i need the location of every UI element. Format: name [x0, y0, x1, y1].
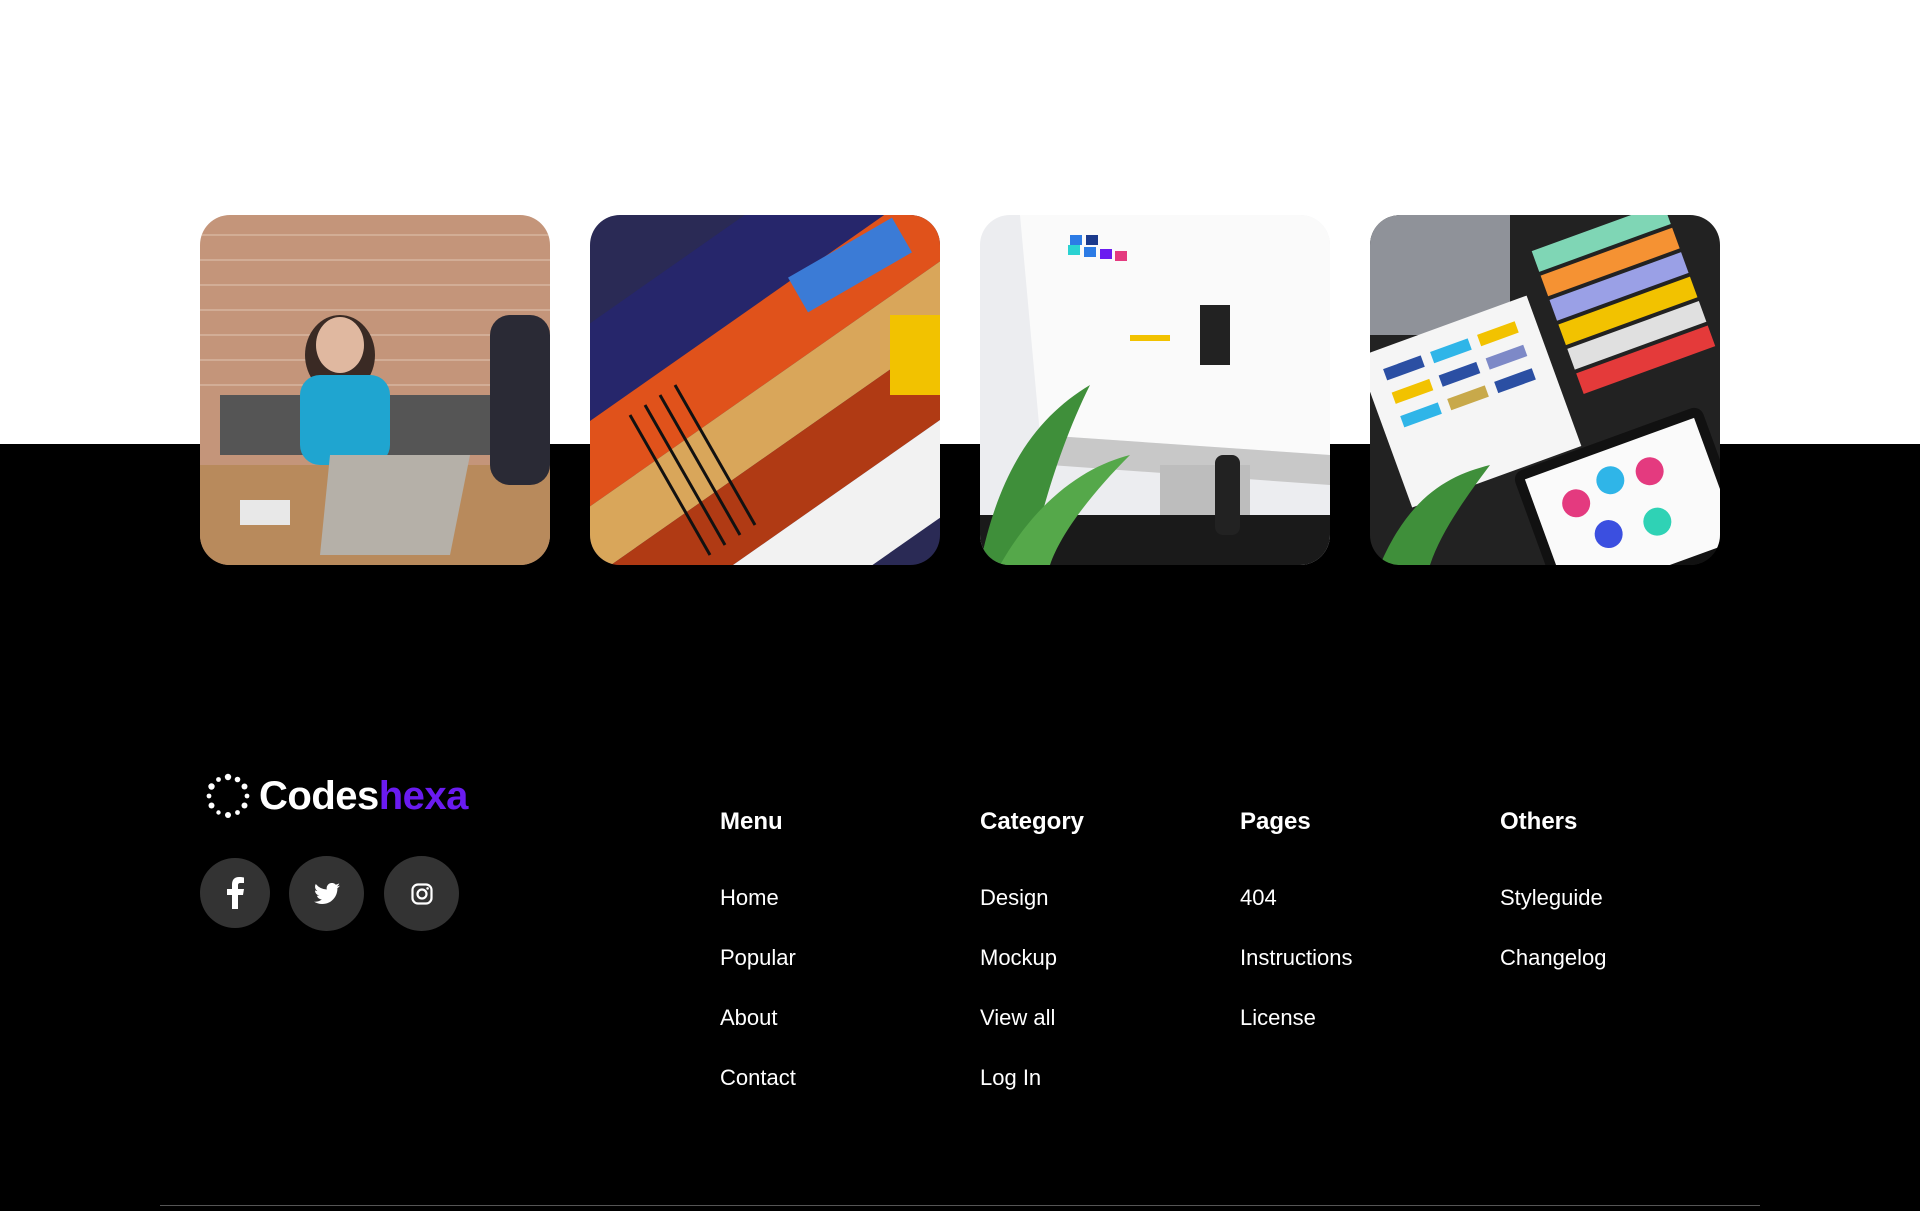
- footer-link-changelog[interactable]: Changelog: [1500, 945, 1606, 970]
- twitter-button[interactable]: [289, 856, 364, 931]
- footer-column-others: Others Styleguide Changelog: [1500, 806, 1740, 969]
- brand-name-part2: hexa: [378, 773, 469, 818]
- footer-link-license[interactable]: License: [1240, 1005, 1316, 1030]
- footer-divider: [160, 1205, 1760, 1206]
- brand-name: Codeshexa: [259, 774, 468, 819]
- brand-logo[interactable]: Codeshexa: [205, 768, 468, 824]
- footer-link-popular[interactable]: Popular: [720, 945, 796, 970]
- footer-link-instructions[interactable]: Instructions: [1240, 945, 1353, 970]
- footer-column-title: Others: [1500, 808, 1578, 835]
- footer-link-home[interactable]: Home: [720, 885, 779, 910]
- gallery-image-ui-kit[interactable]: [980, 215, 1330, 565]
- facebook-icon: [227, 877, 244, 909]
- footer-link-about[interactable]: About: [720, 1005, 778, 1030]
- footer-column-title: Category: [980, 808, 1085, 835]
- footer-column-menu: Menu Home Popular About Contact: [720, 806, 960, 1089]
- gallery-image-abstract[interactable]: [590, 215, 940, 565]
- footer-column-title: Menu: [720, 808, 783, 835]
- facebook-button[interactable]: [200, 858, 270, 928]
- image-gallery: [200, 215, 1721, 565]
- footer-link-design[interactable]: Design: [980, 885, 1048, 910]
- gallery-image-swatches[interactable]: [1370, 215, 1720, 565]
- footer-column-title: Pages: [1240, 808, 1311, 835]
- footer-link-contact[interactable]: Contact: [720, 1065, 796, 1090]
- logo-dotted-circle-icon: [206, 773, 250, 818]
- footer-link-log-in[interactable]: Log In: [980, 1065, 1041, 1090]
- footer-link-styleguide[interactable]: Styleguide: [1500, 885, 1603, 910]
- footer-column-pages: Pages 404 Instructions License: [1240, 806, 1480, 1029]
- brand-name-part1: Codes: [259, 773, 379, 818]
- gallery-image-office[interactable]: [200, 215, 550, 565]
- footer-column-category: Category Design Mockup View all Log In: [980, 806, 1220, 1089]
- twitter-icon: [313, 882, 340, 904]
- footer-link-404[interactable]: 404: [1240, 885, 1277, 910]
- footer-link-mockup[interactable]: Mockup: [980, 945, 1057, 970]
- footer-link-view-all[interactable]: View all: [980, 1005, 1055, 1030]
- instagram-icon: [410, 882, 433, 905]
- instagram-button[interactable]: [384, 856, 459, 931]
